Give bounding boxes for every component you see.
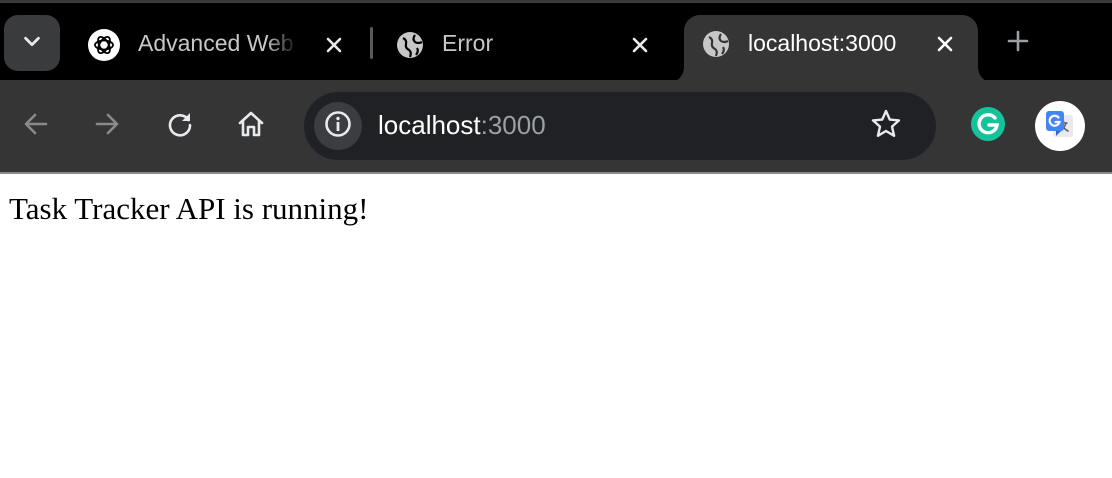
browser-window: Advanced Web Error localhost:3000 localh… [0,0,1112,478]
site-info-button[interactable] [314,102,362,150]
info-icon [324,110,352,143]
navigation-toolbar: localhost:3000 [0,80,1112,172]
tab-advanced-web[interactable]: Advanced Web [70,12,368,80]
tab-title: Error [442,30,494,56]
url-text[interactable]: localhost:3000 [378,110,546,141]
globe-icon [700,28,732,60]
tab-title: Advanced Web [138,30,294,56]
chevron-down-icon [21,30,43,57]
plus-icon [1006,29,1030,58]
openai-icon [88,29,120,61]
address-bar[interactable]: localhost:3000 [304,92,936,160]
tab-localhost-active[interactable]: localhost:3000 [684,15,978,83]
tab-separator [370,27,373,59]
globe-icon [394,29,426,61]
reload-button[interactable] [160,106,200,146]
close-icon[interactable] [626,31,654,59]
tab-strip: Advanced Web Error localhost:3000 [0,0,1112,83]
google-translate-extension-icon [1043,107,1077,146]
star-icon [870,108,902,145]
page-content: Task Tracker API is running! [0,174,1112,478]
arrow-right-icon [92,109,122,144]
page-body-text: Task Tracker API is running! [9,191,369,226]
tab-search-button[interactable] [4,15,60,71]
forward-button[interactable] [87,106,127,146]
home-button[interactable] [231,106,271,146]
home-icon [236,109,266,144]
new-tab-button[interactable] [1000,25,1036,61]
grammarly-extension-icon [970,106,1006,147]
grammarly-extension-button[interactable] [963,101,1013,151]
back-button[interactable] [16,106,56,146]
reload-icon [165,109,195,144]
close-icon[interactable] [320,31,348,59]
url-host: localhost [378,110,481,140]
url-port: :3000 [480,110,546,140]
bookmark-button[interactable] [868,108,904,144]
tab-error[interactable]: Error [376,12,676,80]
close-icon[interactable] [931,30,959,58]
tab-title: localhost:3000 [748,30,897,56]
google-translate-extension-button[interactable] [1035,101,1085,151]
arrow-left-icon [21,109,51,144]
